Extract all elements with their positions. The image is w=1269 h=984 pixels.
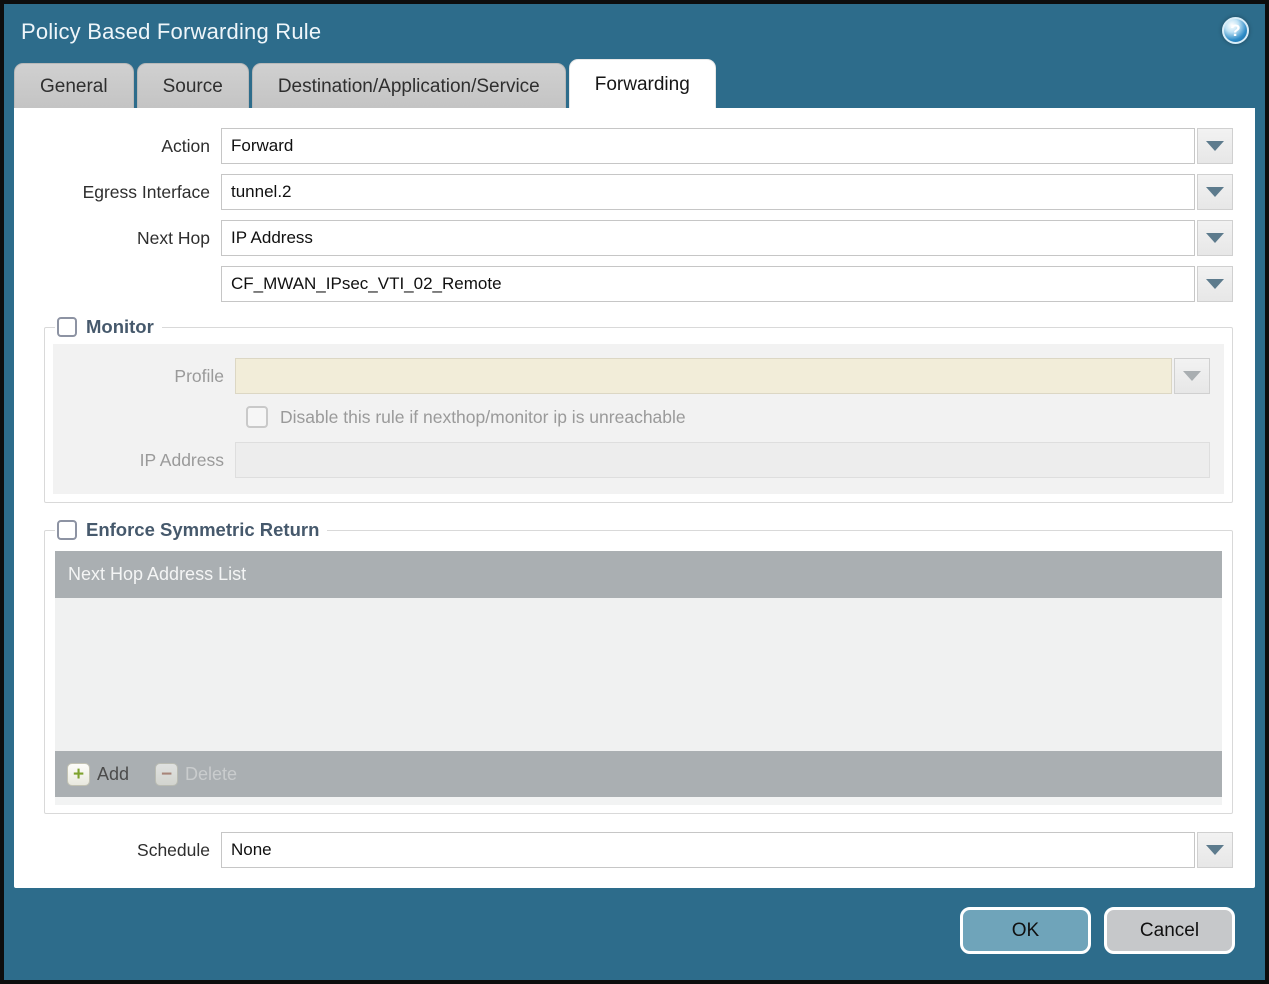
disable-rule-row: Disable this rule if nexthop/monitor ip … <box>246 406 1216 428</box>
monitor-ip-address-input <box>235 442 1210 478</box>
symmetric-return-legend: Enforce Symmetric Return <box>55 519 327 541</box>
monitor-checkbox[interactable] <box>57 317 77 337</box>
egress-interface-field <box>221 174 1233 210</box>
next-hop-address-row <box>14 266 1233 302</box>
table-bottom-strip <box>55 797 1222 805</box>
monitor-section: Monitor Profile Disable this rule if nex… <box>44 316 1233 503</box>
schedule-row: Schedule <box>14 832 1233 868</box>
symmetric-return-section: Enforce Symmetric Return Next Hop Addres… <box>44 519 1233 814</box>
tab-forwarding[interactable]: Forwarding <box>568 59 716 108</box>
action-label: Action <box>161 135 210 156</box>
monitor-ip-address-field <box>235 442 1210 478</box>
chevron-down-icon <box>1183 371 1201 381</box>
next-hop-address-dropdown-button[interactable] <box>1197 266 1233 302</box>
next-hop-type-input[interactable] <box>221 220 1195 256</box>
monitor-ip-address-label: IP Address <box>139 449 224 470</box>
action-field <box>221 128 1233 164</box>
next-hop-address-list-table: Next Hop Address List + Add − Delete <box>55 551 1222 797</box>
disable-rule-checkbox <box>246 406 268 428</box>
dialog-titlebar: Policy Based Forwarding Rule ? <box>4 4 1265 60</box>
monitor-ip-address-row: IP Address <box>53 442 1216 478</box>
next-hop-dropdown-button[interactable] <box>1197 220 1233 256</box>
next-hop-address-list-header-label: Next Hop Address List <box>68 564 247 584</box>
tab-source[interactable]: Source <box>136 63 249 108</box>
next-hop-address-list-toolbar: + Add − Delete <box>55 751 1222 797</box>
chevron-down-icon <box>1206 141 1224 151</box>
schedule-dropdown-button[interactable] <box>1197 832 1233 868</box>
profile-field <box>235 358 1210 394</box>
schedule-input[interactable] <box>221 832 1195 868</box>
schedule-field <box>221 832 1233 868</box>
tab-destination-application-service[interactable]: Destination/Application/Service <box>251 63 566 108</box>
schedule-label: Schedule <box>137 839 210 860</box>
tab-bar: General Source Destination/Application/S… <box>4 59 1265 108</box>
next-hop-row: Next Hop <box>14 220 1233 256</box>
tab-general[interactable]: General <box>14 63 134 108</box>
action-input[interactable] <box>221 128 1195 164</box>
symmetric-return-legend-label: Enforce Symmetric Return <box>86 519 320 540</box>
delete-button-label: Delete <box>185 763 238 784</box>
symmetric-return-checkbox[interactable] <box>57 520 77 540</box>
profile-row: Profile <box>53 358 1216 394</box>
chevron-down-icon <box>1206 233 1224 243</box>
action-dropdown-button[interactable] <box>1197 128 1233 164</box>
next-hop-address-list-header: Next Hop Address List <box>55 551 1222 598</box>
next-hop-field <box>221 220 1233 256</box>
egress-interface-input[interactable] <box>221 174 1195 210</box>
dialog-footer: OK Cancel <box>960 907 1235 954</box>
monitor-legend-label: Monitor <box>86 316 154 337</box>
ok-button[interactable]: OK <box>960 907 1091 954</box>
cancel-button[interactable]: Cancel <box>1104 907 1235 954</box>
next-hop-label: Next Hop <box>137 227 210 248</box>
egress-interface-dropdown-button[interactable] <box>1197 174 1233 210</box>
add-button[interactable]: + Add <box>67 762 130 786</box>
next-hop-address-list-body[interactable] <box>55 598 1222 751</box>
add-button-label: Add <box>97 763 130 784</box>
next-hop-address-input[interactable] <box>221 266 1195 302</box>
delete-icon: − <box>155 762 179 786</box>
monitor-legend: Monitor <box>55 316 162 338</box>
profile-label: Profile <box>174 365 224 386</box>
disable-rule-label: Disable this rule if nexthop/monitor ip … <box>280 406 686 427</box>
chevron-down-icon <box>1206 845 1224 855</box>
profile-input <box>235 358 1172 394</box>
profile-dropdown-button <box>1174 358 1210 394</box>
forwarding-tab-panel: Action Egress Interface Next Hop <box>14 108 1255 888</box>
egress-interface-row: Egress Interface <box>14 174 1233 210</box>
delete-button: − Delete <box>155 762 238 786</box>
chevron-down-icon <box>1206 187 1224 197</box>
egress-interface-label: Egress Interface <box>82 181 210 202</box>
pbf-rule-dialog: Policy Based Forwarding Rule ? General S… <box>0 0 1269 984</box>
action-row: Action <box>14 128 1233 164</box>
next-hop-address-field <box>221 266 1233 302</box>
monitor-content: Profile Disable this rule if nexthop/mon… <box>53 344 1224 494</box>
help-button[interactable]: ? <box>1222 17 1249 44</box>
help-icon: ? <box>1230 20 1241 40</box>
chevron-down-icon <box>1206 279 1224 289</box>
add-icon: + <box>67 762 90 786</box>
dialog-title: Policy Based Forwarding Rule <box>21 19 322 44</box>
